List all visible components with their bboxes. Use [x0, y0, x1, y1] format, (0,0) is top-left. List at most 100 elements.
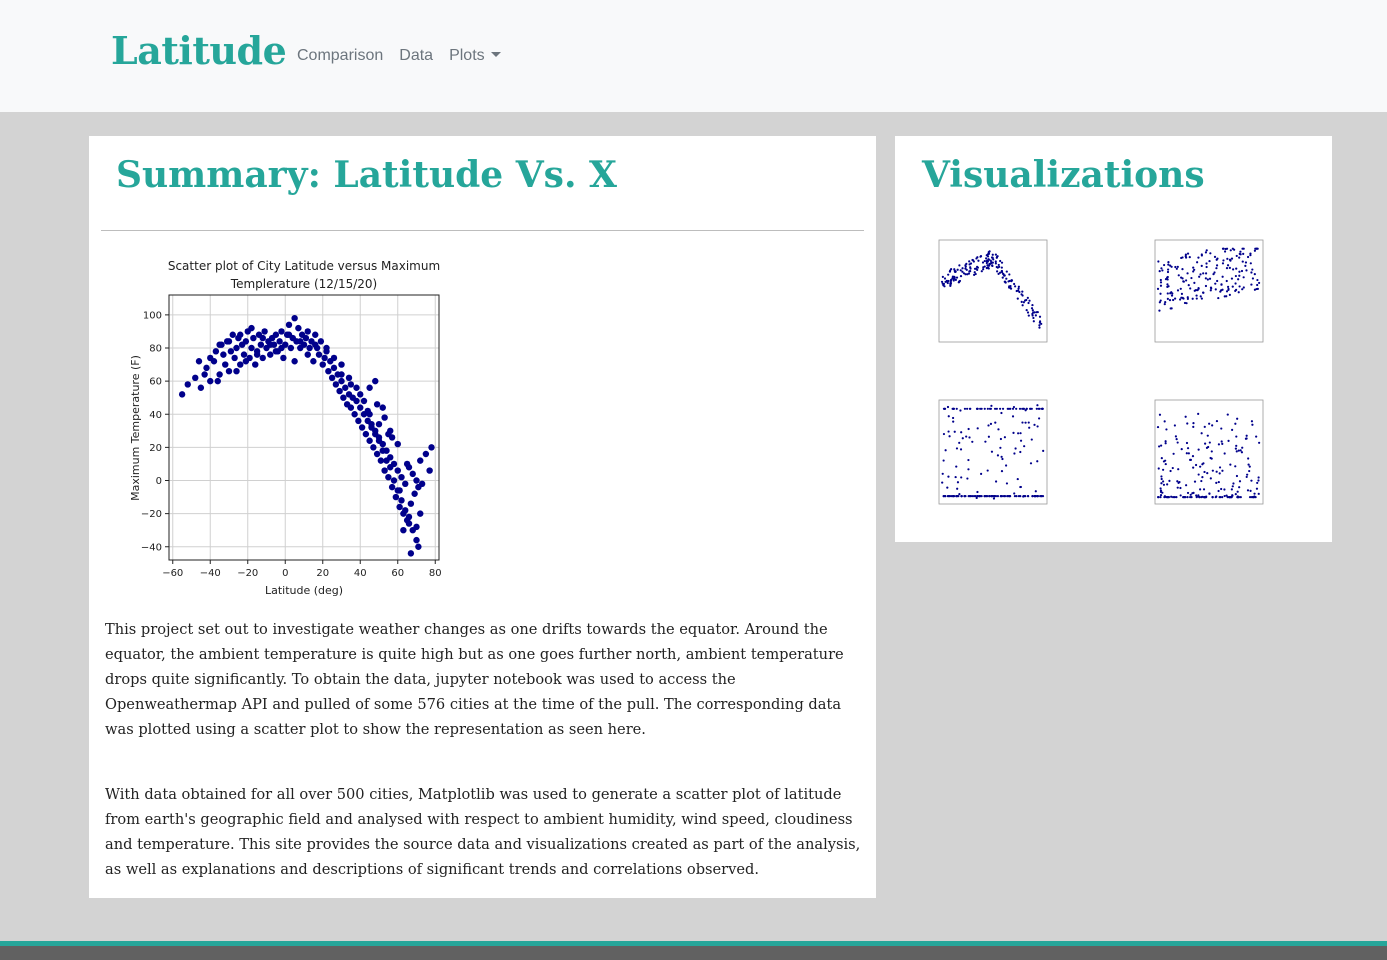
thumbnail-point [960, 476, 963, 479]
thumbnail-point [1236, 495, 1239, 498]
thumbnail-point [1166, 496, 1169, 499]
thumbnail-point [1025, 407, 1028, 410]
thumbnail-point [1179, 298, 1182, 301]
thumbnail-point [1159, 487, 1162, 490]
thumbnail-point [1249, 489, 1252, 492]
summary-title: Summary: Latitude Vs. X [116, 154, 617, 196]
data-point [372, 427, 379, 435]
thumbnail-temperature-plot[interactable] [922, 222, 1052, 354]
data-point [358, 424, 366, 431]
thumbnail-point [956, 481, 960, 484]
chart-title-line-1: Scatter plot of City Latitude versus Max… [168, 259, 440, 273]
brand-logo[interactable]: Latitude [111, 28, 287, 73]
thumbnail-point [1231, 285, 1234, 288]
thumbnail-point [1230, 488, 1233, 491]
thumbnail-point [942, 284, 945, 287]
data-point [214, 377, 221, 385]
thumbnail-wind-speed-plot[interactable] [1138, 388, 1268, 520]
data-point [373, 450, 381, 458]
thumbnail-point [1005, 277, 1008, 280]
thumbnail-point [1246, 255, 1250, 259]
thumbnail-point [1200, 432, 1203, 435]
data-point [422, 450, 430, 458]
thumbnail-point [1254, 496, 1257, 499]
data-point [338, 371, 345, 378]
nav-link-comparison[interactable]: Comparison [297, 47, 383, 65]
thumbnail-point [1223, 494, 1226, 498]
thumbnail-humidity-plot[interactable] [1138, 222, 1268, 354]
data-point [248, 324, 255, 332]
thumbnail-point [1184, 415, 1187, 418]
thumbnail-point [1191, 455, 1195, 458]
data-point [197, 384, 205, 391]
thumbnail-point [1175, 267, 1178, 270]
thumbnail-point [999, 437, 1003, 441]
thumbnail-point [991, 256, 994, 259]
thumbnail-point [968, 263, 971, 266]
thumbnail-point [1200, 496, 1203, 499]
thumbnail-point [1196, 261, 1199, 264]
data-point [233, 344, 240, 352]
thumbnail-point [1016, 297, 1019, 300]
thumbnail-point [980, 270, 983, 273]
thumbnail-point [968, 436, 971, 439]
thumbnail-point [1173, 424, 1176, 427]
thumbnail-point [999, 446, 1002, 449]
data-point [351, 411, 358, 418]
thumbnail-point [1203, 425, 1206, 428]
thumbnail-point [1255, 487, 1259, 490]
thumbnail-point [1250, 479, 1253, 482]
nav-link-data[interactable]: Data [399, 47, 433, 65]
thumbnail-point [968, 260, 971, 263]
thumbnail-point [1199, 488, 1202, 491]
data-point [310, 358, 317, 365]
thumbnail-point [1253, 249, 1257, 252]
thumbnail-point [965, 268, 968, 271]
thumbnail-point [986, 469, 989, 472]
thumbnail-point [967, 427, 970, 431]
thumbnail-point [1206, 434, 1209, 437]
thumbnail-point [1256, 247, 1259, 250]
thumbnail-point [1258, 441, 1261, 444]
thumbnail-point [1248, 465, 1251, 468]
thumbnail-point [1003, 436, 1006, 439]
thumbnail-point [1256, 278, 1259, 282]
thumbnail-point [1241, 446, 1244, 449]
thumbnail-point [1030, 438, 1033, 441]
thumbnail-point [1234, 274, 1237, 278]
thumbnail-point [1013, 282, 1016, 286]
data-point [405, 520, 413, 527]
thumbnail-point [1017, 285, 1020, 288]
thumbnail-point [1230, 257, 1234, 260]
thumbnail-point [1167, 268, 1170, 271]
thumbnail-point [1033, 423, 1036, 426]
thumbnail-point [1220, 487, 1223, 491]
thumbnail-cloudiness-plot[interactable] [922, 388, 1052, 520]
thumbnail-point [987, 252, 991, 255]
data-point [377, 457, 385, 464]
thumbnail-point [1036, 404, 1039, 407]
thumbnail-point [979, 495, 982, 498]
data-point [387, 464, 394, 471]
thumbnail-point [1158, 413, 1162, 416]
thumbnail-point [1159, 493, 1163, 497]
thumbnail-point [961, 267, 964, 270]
thumbnail-point [1017, 432, 1020, 435]
thumbnail-point [947, 430, 950, 433]
nav-dropdown-plots[interactable]: Plots [449, 47, 501, 65]
data-point [291, 358, 298, 365]
thumbnail-point [1042, 449, 1045, 452]
thumbnail-point [958, 492, 961, 496]
thumbnail-point [941, 481, 944, 484]
thumbnail-point [1215, 495, 1218, 498]
thumbnail-point [1035, 311, 1038, 314]
thumbnail-point [1165, 428, 1168, 431]
x-tick-label: −60 [162, 568, 183, 579]
thumbnail-point [1209, 456, 1212, 460]
thumbnail-point [1169, 469, 1172, 473]
thumbnail-point [947, 415, 950, 418]
thumbnail-point [1027, 301, 1030, 305]
thumbnail-point [1235, 435, 1238, 438]
thumbnail-point [1167, 261, 1170, 264]
temperature-scatter-plot: Scatter plot of City Latitude versus Max… [129, 259, 442, 597]
